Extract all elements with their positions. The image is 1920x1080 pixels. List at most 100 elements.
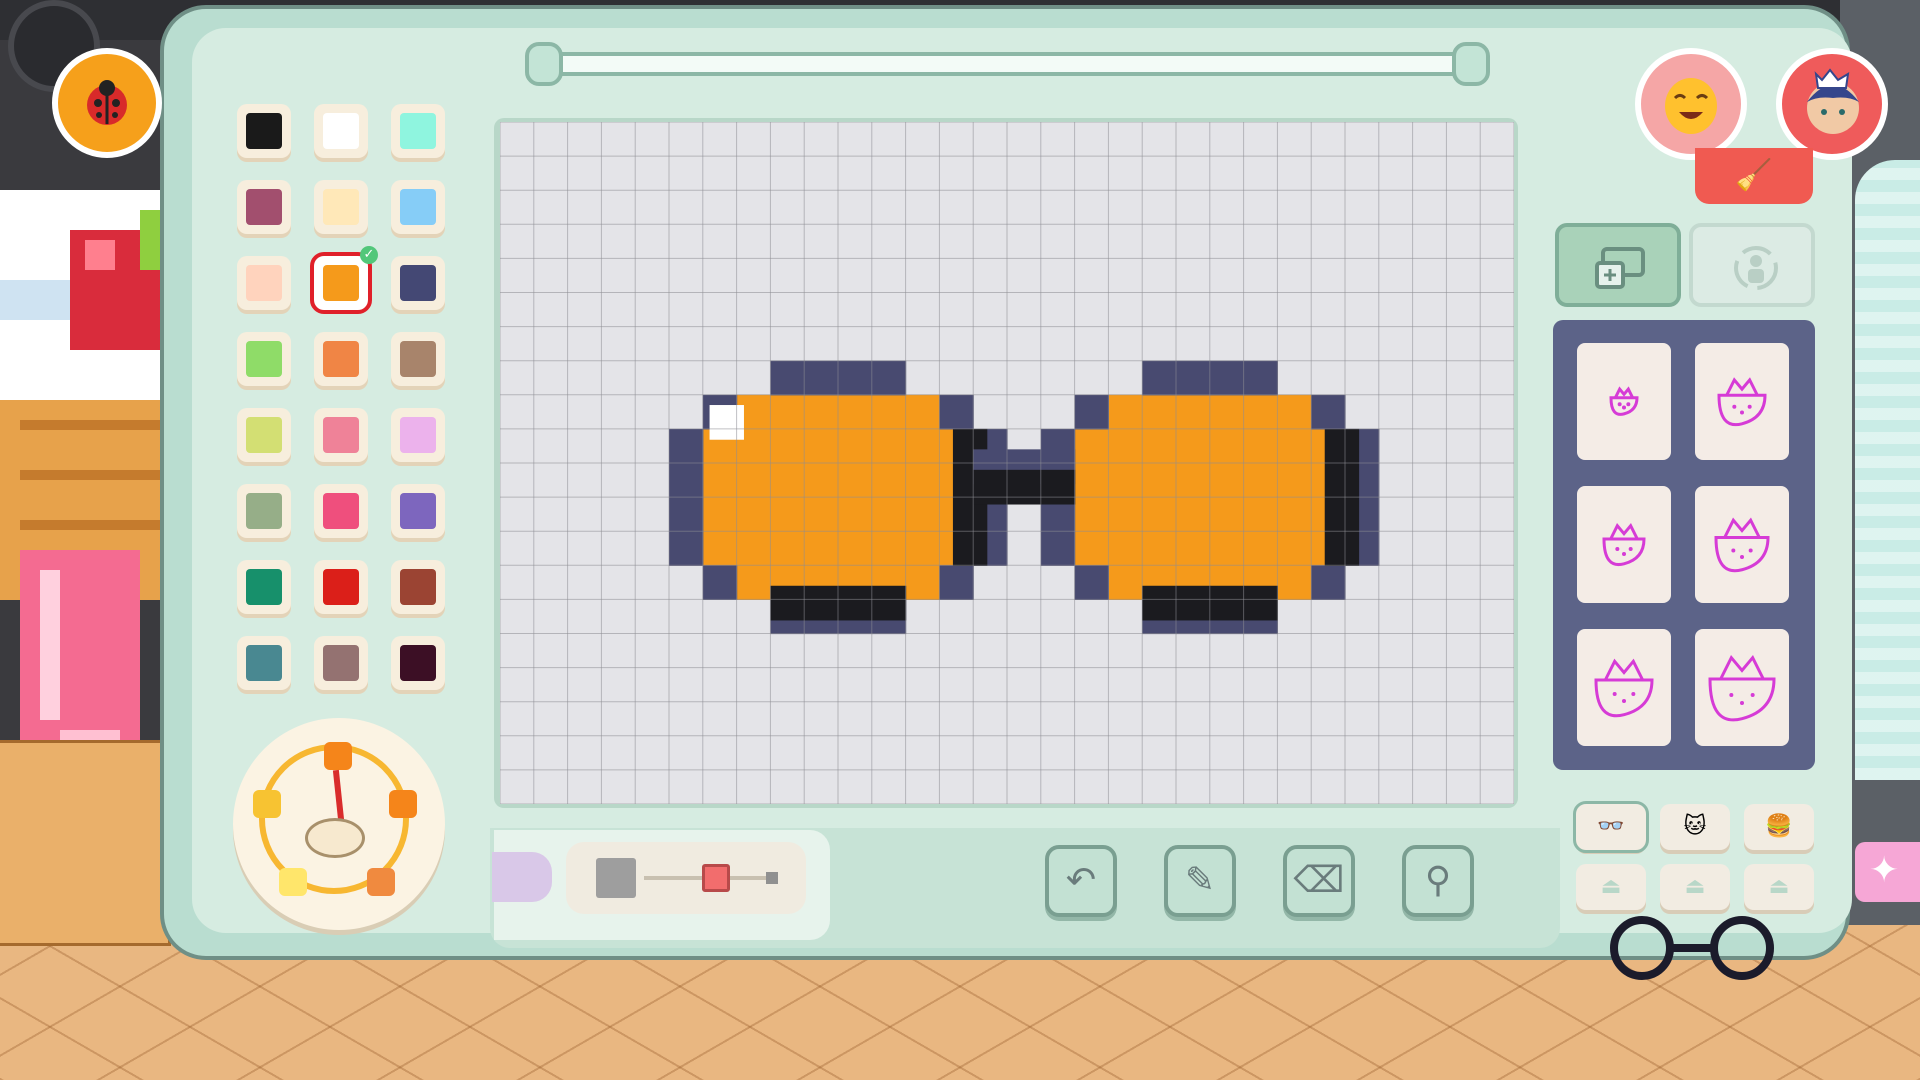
- variant-item[interactable]: [1577, 629, 1671, 746]
- lens-pixel: [1108, 531, 1143, 566]
- lens-pixel: [1243, 394, 1278, 430]
- lens-pixel: [838, 428, 873, 464]
- shadow-pixel: [871, 585, 907, 621]
- swatch-color: [323, 417, 359, 453]
- color-swatch[interactable]: [391, 256, 445, 310]
- pixel-canvas[interactable]: [500, 122, 1514, 804]
- variant-item[interactable]: [1577, 343, 1671, 460]
- eyedropper-tool-button[interactable]: ⚲: [1402, 845, 1474, 917]
- lens-pixel: [1176, 428, 1211, 464]
- color-swatch[interactable]: [237, 332, 291, 386]
- progress-track: [525, 52, 1490, 76]
- clear-canvas-button[interactable]: 🧹: [1695, 148, 1813, 204]
- color-swatch[interactable]: [314, 484, 368, 538]
- frame-pixel: [1074, 394, 1109, 430]
- color-swatch[interactable]: [314, 104, 368, 158]
- color-swatch[interactable]: [237, 180, 291, 234]
- lens-pixel: [804, 531, 839, 566]
- item-slot[interactable]: 🐱: [1660, 804, 1730, 850]
- slider-thumb[interactable]: [701, 864, 730, 892]
- progress-bar: [525, 42, 1490, 86]
- selected-check-icon: ✓: [360, 246, 378, 264]
- variant-item[interactable]: [1695, 629, 1789, 746]
- strawberry-icon: [1594, 658, 1654, 718]
- color-swatch[interactable]: [391, 636, 445, 690]
- swatch-color: [400, 645, 436, 681]
- color-swatch[interactable]: [237, 256, 291, 310]
- color-swatch[interactable]: [237, 104, 291, 158]
- burger-icon: 🍔: [1765, 814, 1793, 839]
- lens-pixel: [1108, 428, 1143, 464]
- undo-icon: ↶: [1065, 860, 1097, 901]
- shadow-pixel: [1142, 585, 1177, 621]
- lens-pixel: [1277, 497, 1312, 532]
- wheel-knob-left[interactable]: [253, 790, 281, 818]
- lens-pixel: [736, 565, 771, 600]
- shadow-pixel: [952, 531, 988, 566]
- lens-pixel: [1243, 531, 1278, 566]
- wheel-knob-right[interactable]: [389, 790, 417, 818]
- color-swatch[interactable]: [237, 408, 291, 462]
- item-slot[interactable]: ⏏: [1744, 864, 1814, 910]
- ladybug-button[interactable]: [52, 48, 162, 158]
- wheel-knob-top[interactable]: [324, 742, 352, 770]
- brush-size-slider[interactable]: [566, 842, 806, 914]
- avatar-character-button[interactable]: [1776, 48, 1888, 160]
- strawberry-icon: [1609, 386, 1639, 416]
- tab-add-template[interactable]: [1555, 223, 1681, 307]
- brush-tool-button[interactable]: ✎: [1164, 845, 1236, 917]
- side-tab[interactable]: ✦: [1855, 842, 1920, 902]
- color-swatch[interactable]: [391, 104, 445, 158]
- variant-item[interactable]: [1577, 486, 1671, 603]
- swatch-color: [323, 569, 359, 605]
- wheel-knob-bottom-right[interactable]: [367, 868, 395, 896]
- lens-pixel: [1277, 428, 1312, 464]
- lens-pixel: [1209, 463, 1245, 498]
- item-slot[interactable]: ⏏: [1660, 864, 1730, 910]
- swatch-color: [246, 493, 282, 529]
- lens-pixel: [1209, 531, 1245, 566]
- lens-pixel: [905, 531, 940, 566]
- color-swatch[interactable]: [314, 332, 368, 386]
- shadow-pixel: [973, 469, 1008, 505]
- item-slot[interactable]: 👓: [1573, 801, 1649, 853]
- lens-pixel: [702, 463, 738, 498]
- color-swatch[interactable]: [314, 180, 368, 234]
- shadow-pixel: [1324, 428, 1360, 464]
- color-swatch[interactable]: [314, 560, 368, 614]
- variant-item[interactable]: [1695, 486, 1789, 603]
- color-swatch[interactable]: [391, 408, 445, 462]
- color-swatch[interactable]: [314, 636, 368, 690]
- size-small-icon: [766, 872, 778, 884]
- color-swatch[interactable]: [314, 408, 368, 462]
- swatch-color: [246, 341, 282, 377]
- item-slot[interactable]: 🍔: [1744, 804, 1814, 850]
- color-swatch[interactable]: [237, 560, 291, 614]
- variant-item[interactable]: [1695, 343, 1789, 460]
- avatar-face-button[interactable]: [1635, 48, 1747, 160]
- wheel-knob-bottom-left[interactable]: [279, 868, 307, 896]
- color-swatch[interactable]: [391, 332, 445, 386]
- lens-pixel: [770, 394, 805, 430]
- lens-pixel: [1108, 394, 1143, 430]
- lens-pixel: [804, 463, 839, 498]
- undo-tool-button[interactable]: ↶: [1045, 845, 1117, 917]
- color-swatch[interactable]: [391, 484, 445, 538]
- frame-pixel: [1243, 360, 1278, 396]
- swatch-color: [246, 113, 282, 149]
- color-wheel[interactable]: [233, 718, 445, 930]
- lens-pixel: [804, 428, 839, 464]
- color-swatch[interactable]: [391, 180, 445, 234]
- strawberry-icon: [1602, 522, 1646, 567]
- color-swatch[interactable]: [391, 560, 445, 614]
- lens-pixel: [871, 531, 907, 566]
- item-slot[interactable]: ⏏: [1576, 864, 1646, 910]
- tab-rotate-view[interactable]: [1689, 223, 1815, 307]
- color-swatch[interactable]: [237, 636, 291, 690]
- color-swatch[interactable]: ✓: [310, 246, 378, 314]
- eraser-tool-button[interactable]: ⌫: [1283, 845, 1355, 917]
- color-swatch[interactable]: [237, 484, 291, 538]
- lens-pixel: [905, 394, 940, 430]
- lens-pixel: [871, 497, 907, 532]
- broom-icon: 🧹: [1735, 158, 1773, 193]
